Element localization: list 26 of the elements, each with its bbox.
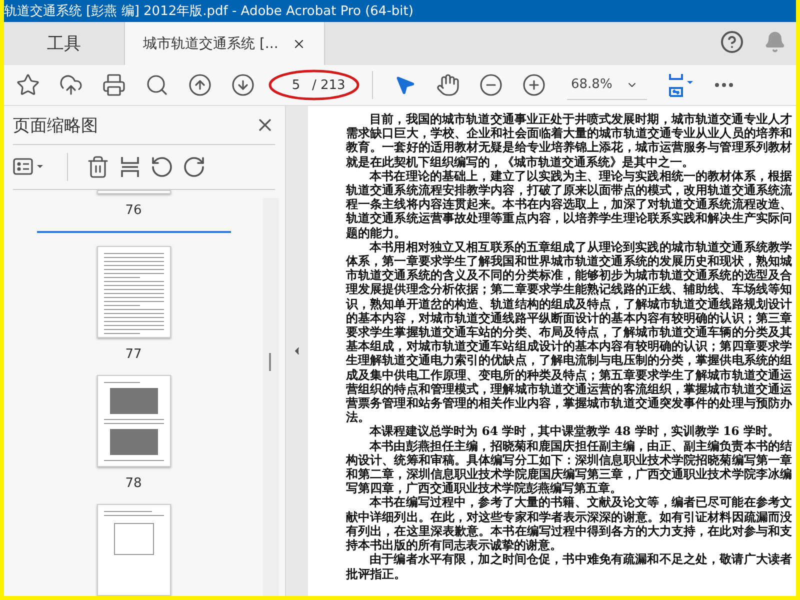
page-number-label: 76 — [125, 202, 142, 218]
page-thumbnail[interactable] — [96, 504, 170, 596]
page-thumbnail[interactable] — [96, 190, 170, 194]
paragraph: 目前，我国的城市轨道交通事业正处于井喷式发展时期，城市轨道交通专业人才需求缺口巨大，学校、企业和社会面临着大量的城市轨道交通专业从业人员的培养和教育。一套好的适用教材无疑是给专业培养锦上添花，城市运营服务与管理系列教材就是在此契机下组织编写的，《城市轨道交通系统》是其中之一。 — [346, 112, 792, 169]
paragraph: 本书由彭燕担任主编，招晓菊和鹿国庆担任副主编，由正、副主编负责本书的结构设计、统筹和审稿。具体编写分工如下：深圳信息职业技术学院招晓菊编写第一章和第二章，深圳信息职业技术学院鹿国庆编写第三章，广西交通职业技术学院李冰编写第四章，广西交通职业技术学院彭燕编写第五章。 — [346, 438, 792, 496]
page-thumbnail[interactable] — [96, 246, 170, 338]
paragraph: 本书在理论的基础上，建立了以实践为主、理论与实践相统一的教材体系，根据轨道交通系统流程安排教学内容，打破了原来以面带点的模式，改用轨道交通系统流程一条主线将内容连贯起来。本书在内容选取上，加深了对轨道交通系统流程改造、轨道交通系统运营事故处理等重点内容，以培养学生理论联系实践和解决生产实际问题的能力。 — [346, 168, 792, 240]
paragraph: 本课程建议总学时为 64 学时，其中课堂教学 48 学时，实训教学 16 学时。 — [368, 424, 780, 439]
rotate-left-icon[interactable] — [150, 155, 174, 179]
panel-title: 页面缩略图 — [13, 114, 98, 136]
document-tab[interactable]: 城市轨道交通系统 [... — [124, 22, 326, 65]
trash-icon[interactable] — [86, 155, 110, 179]
window-title: 轨道交通系统 [彭燕 编] 2012年版.pdf - Adobe Acrobat Pro (64-bit) — [4, 0, 796, 22]
tools-tab[interactable]: 工具 — [4, 22, 124, 65]
page-number-field[interactable]: 5 — [286, 78, 306, 92]
zoom-dropdown[interactable]: 68.8% — [567, 70, 647, 100]
scrollbar[interactable] — [263, 198, 279, 596]
page-thumbnail[interactable] — [96, 375, 170, 468]
paragraph: 由于编者水平有限，加之时间仓促，书中难免有疏漏和不足之处，敬请广大读者批评指正。 — [346, 552, 792, 581]
page-total: / 213 — [312, 78, 346, 92]
paragraph: 本书在编写过程中，参考了大量的书籍、文献及论文等，编者已尽可能在参考文献中详细列出。在此，对这些专家和学者表示深深的谢意。如有引证材料因疏漏而没有列出，在这里深表歉意。本书在编写过程中得到各方的大力支持，在此对参与和支持本书出版的所有同志表示诚挚的谢意。 — [346, 495, 792, 552]
page-number-label: 77 — [125, 347, 142, 362]
page-number-label: 78 — [125, 476, 142, 492]
paragraph: 本书用相对独立又相互联系的五章组成了从理论到实践的城市轨道交通系统教学体系，第一章要求学生了解我国和世界城市轨道交通系统的发展历史和现状，熟知城市轨道交通系统的含义及不同的分类标准，能够初步为城市轨道交通系统的选型及合理发展提供理念分析依据；第二章要求学生能熟记线路的正线、辅助线、车场线等知识，熟知单开道岔的构造、轨道结构的组成及特点，了解城市轨道交通线路规划设计的基本内容，对城市轨道交通线路平纵断面设计的基本内容有较明确的认识；第三章要求学生掌握轨道交通车站的分类、布局及特点，了解城市轨道交通车辆的分类及其基本组成，对城市轨道交通车站组成设计的基本内容有较明确的认识；第四章要求学生理解轨道交通电力索引的优缺点，了解电流制与电压制的分类，掌握供电系统的组成及集中供电工作原理、变电所的种类及特点；第五章要求学生了解城市轨道交通运营组织的特点和管理模式，理解城市轨道交通运营的客流组织，掌握城市轨道交通运营票务管理和站务管理的相关作业内容，掌握城市轨道交通突发事件的处理与预防办法。 — [346, 240, 792, 424]
insert-pages-icon[interactable] — [118, 155, 142, 179]
rotate-right-icon[interactable] — [182, 155, 206, 179]
